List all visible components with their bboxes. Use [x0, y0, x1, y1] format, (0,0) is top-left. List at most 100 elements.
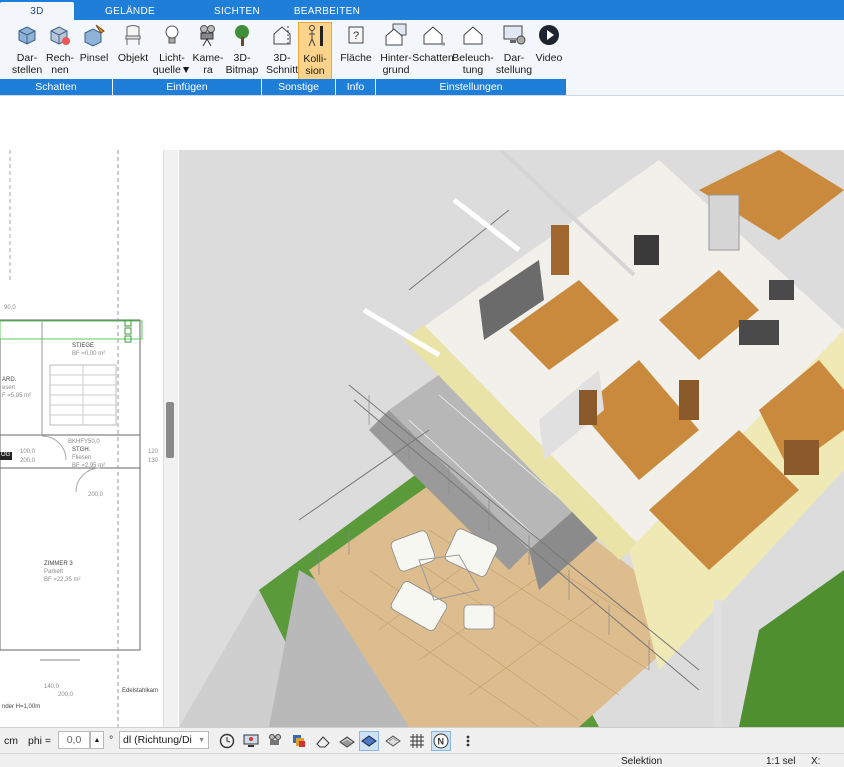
plan-area-stgh: BF =2,95 m² [72, 463, 106, 469]
darstellung-button[interactable]: Dar- stellung [494, 22, 534, 80]
kollision-label-2: sion [305, 65, 325, 77]
plan-dim-120: 120 [148, 449, 159, 455]
group-sonstige: Sonstige [262, 79, 336, 95]
schnitt-3d-label-2: Schnitt [265, 64, 299, 76]
plan-dim-90: 90,0 [4, 305, 16, 311]
darstellen-button[interactable]: Dar- stellen [10, 22, 44, 80]
kamera-label-1: Kame- [192, 52, 224, 64]
plan-dim-100: 100,0 [20, 449, 36, 455]
plan-scroll-thumb[interactable] [166, 402, 174, 458]
unit-label: cm [4, 735, 18, 747]
group-einstellungen: Einstellungen [376, 79, 567, 95]
plan-area-zimmer3: BF =22,35 m² [44, 577, 81, 583]
bulb-icon [159, 22, 185, 48]
lichtquelle-button[interactable]: Licht- quelle▼ [153, 22, 192, 80]
plan-area-stiege: BF =0,00 m² [72, 351, 106, 357]
play-video-icon [536, 22, 562, 48]
plan-label-og: OG [1, 452, 11, 458]
schatten-button[interactable]: Schatten [412, 22, 454, 80]
kamera-button[interactable]: Kame- ra [192, 22, 224, 80]
schatten-label: Schatten [412, 52, 454, 64]
tab-sichten[interactable]: SICHTEN [200, 2, 274, 20]
plan-dim-130: 130 [148, 458, 159, 464]
camera-path-icon[interactable] [265, 731, 285, 751]
plan-room-zimmer3: ZIMMER 3 [44, 561, 73, 567]
group-info: Info [336, 79, 376, 95]
darstellen-label-1: Dar- [16, 52, 38, 64]
objekt-button[interactable]: Objekt [116, 22, 150, 80]
north-icon[interactable]: N [431, 731, 451, 751]
video-button[interactable]: Video [534, 22, 564, 80]
lichtquelle-label-1: Licht- [159, 52, 185, 64]
direction-select-value: dl (Richtung/Di [123, 734, 192, 746]
degree-label: ° [109, 734, 114, 746]
status-bar: Selektion 1:1 sel X: [0, 753, 844, 767]
ribbon: Dar- stellen Rech- nen Pinsel Objekt Lic… [0, 20, 844, 96]
hintergrund-label-1: Hinter- [380, 52, 412, 64]
kollision-button[interactable]: Kolli- sion [298, 22, 332, 80]
hintergrund-button[interactable]: Hinter- grund [377, 22, 415, 80]
kamera-label-2: ra [203, 64, 213, 76]
darstellen-label-2: stellen [11, 64, 43, 76]
tab-bearbeiten[interactable]: BEARBEITEN [290, 2, 364, 20]
plan-material-fliesen: Fliesen [72, 455, 92, 461]
ribbon-group-bar: Schatten Einfügen Sonstige Info Einstell… [0, 79, 567, 95]
rechnen-label-2: nen [51, 64, 69, 76]
darstellung-label-1: Dar- [503, 52, 525, 64]
rechnen-button[interactable]: Rech- nen [45, 22, 75, 80]
layers-icon[interactable] [289, 731, 309, 751]
material-icon[interactable] [337, 731, 357, 751]
beleuchtung-label-1: Beleuch- [452, 52, 494, 64]
dropdown-triangle-icon: ▼ [180, 64, 192, 76]
surface-texture-icon[interactable] [383, 731, 403, 751]
plan-room-stgh: STGH. [72, 447, 91, 453]
collision-person-icon [302, 23, 328, 49]
eraser-icon[interactable] [313, 731, 333, 751]
plan-dim-200b: 200,0 [88, 492, 104, 498]
bottom-toolbar: cm phi = 0,0 ▲ ° dl (Richtung/Di ▼ N [0, 727, 844, 753]
phi-spinner[interactable]: ▲ [90, 731, 104, 749]
beleuchtung-button[interactable]: Beleuch- tung [452, 22, 494, 80]
direction-select[interactable]: dl (Richtung/Di ▼ [119, 731, 209, 749]
section-house-icon [269, 22, 295, 48]
plan-material-esen: esen [2, 385, 16, 391]
tab-gelaende[interactable]: GELÄNDE [90, 2, 170, 20]
bitmap-3d-label-2: Bitmap [225, 64, 259, 76]
clock-icon[interactable] [217, 731, 237, 751]
chevron-down-icon: ▼ [198, 736, 205, 744]
viewport-3d[interactable] [179, 150, 844, 727]
grid-icon[interactable] [407, 731, 427, 751]
group-schatten: Schatten [0, 79, 113, 95]
floor-plan-view[interactable]: 90,0 STIEGE BF =0,00 m² ARD. esen F =5,8… [0, 150, 178, 727]
house-shadow-icon [420, 22, 446, 48]
flaeche-button[interactable]: ? Fläche [338, 22, 374, 80]
cube-brush-icon [81, 22, 107, 48]
phi-input[interactable]: 0,0 [58, 731, 90, 749]
house-background-icon [383, 22, 409, 48]
bitmap-3d-button[interactable]: 3D- Bitmap [224, 22, 260, 80]
tab-3d[interactable]: 3D [0, 2, 74, 20]
objekt-label: Objekt [117, 52, 149, 64]
group-einfuegen: Einfügen [113, 79, 262, 95]
chair-icon [120, 22, 146, 48]
schnitt-3d-button[interactable]: 3D- Schnitt [265, 22, 299, 80]
camera-icon [195, 22, 221, 48]
monitor-icon[interactable] [241, 731, 261, 751]
tree-icon [229, 22, 255, 48]
plan-room-ard: ARD. [2, 377, 17, 383]
plan-material-parkett: Parkett [44, 569, 64, 575]
kollision-label-1: Kolli- [303, 53, 327, 65]
hintergrund-label-2: grund [382, 64, 410, 76]
more-options-icon[interactable] [458, 731, 478, 751]
plan-dim-200a: 200,0 [20, 458, 36, 464]
cube-calculate-icon [47, 22, 73, 48]
schnitt-3d-label-1: 3D- [273, 52, 291, 64]
svg-text:?: ? [353, 30, 359, 42]
surface-view-icon[interactable] [359, 731, 379, 751]
status-scale: 1:1 sel [766, 756, 796, 767]
plan-label-bkhfy: BKHFY50,0 [68, 439, 100, 445]
house-light-icon [460, 22, 486, 48]
pinsel-label: Pinsel [79, 52, 109, 64]
pinsel-button[interactable]: Pinsel [78, 22, 110, 80]
plan-area-ard: F =5,85 m² [2, 393, 32, 399]
